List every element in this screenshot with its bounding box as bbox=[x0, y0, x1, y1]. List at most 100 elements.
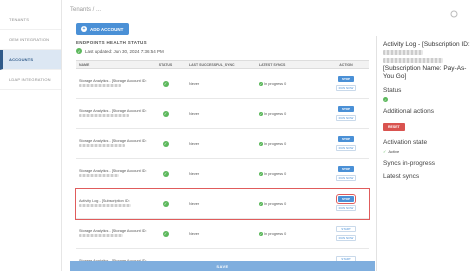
accounts-table: NAME STATUS LAST SUCCESSFUL_SYNC LATEST … bbox=[75, 60, 370, 271]
row-name-text: Storage Analytics - [Storage Account ID: bbox=[79, 168, 147, 173]
stop-button[interactable]: STOP bbox=[338, 166, 354, 172]
breadcrumb: Tenants / ... bbox=[70, 7, 102, 13]
stop-button[interactable]: STOP bbox=[338, 136, 354, 142]
row-status: ✓ bbox=[148, 170, 183, 177]
row-last-sync: Never bbox=[189, 201, 200, 206]
redacted-text bbox=[79, 84, 121, 87]
row-latest-text: In progress 0 bbox=[264, 141, 287, 146]
redacted-text bbox=[383, 49, 423, 55]
row-latest: ✓ In progress 0 bbox=[253, 81, 323, 86]
sidebar: TENANTS OEM INTEGRATION ACCOUNTS LDAP IN… bbox=[0, 0, 62, 271]
header-name[interactable]: NAME bbox=[76, 63, 148, 67]
header-status: STATUS bbox=[158, 62, 173, 67]
reset-button[interactable]: RESET bbox=[383, 123, 405, 131]
row-name-text: Storage Analytics - [Storage Account ID: bbox=[79, 108, 147, 113]
sidebar-item-oem-integration[interactable]: OEM INTEGRATION bbox=[0, 30, 61, 50]
row-latest-text: In progress 0 bbox=[264, 231, 287, 236]
run-now-button[interactable]: RUN NOW bbox=[336, 115, 356, 121]
table-row[interactable]: Storage Analytics - [Storage Account ID:… bbox=[76, 219, 369, 249]
row-latest: ✓ In progress 0 bbox=[253, 111, 323, 116]
row-latest: ✓ In progress 0 bbox=[253, 201, 323, 206]
row-last-sync: Never bbox=[189, 81, 200, 86]
table-row[interactable]: Storage Analytics - [Storage Account ID:… bbox=[76, 69, 369, 99]
latest-syncs-label: Latest syncs bbox=[383, 173, 420, 180]
row-status: ✓ bbox=[148, 230, 183, 237]
redacted-text bbox=[79, 234, 123, 237]
table-row[interactable]: Storage Analytics - [Storage Account ID:… bbox=[76, 129, 369, 159]
activation-state-value: ✓ Active bbox=[383, 149, 474, 154]
check-icon: ✓ bbox=[259, 81, 263, 86]
table-row[interactable]: Storage Analytics - [Storage Account ID:… bbox=[76, 99, 369, 129]
table-row-selected[interactable]: Activity Log - [Subscription ID: ✓ Never… bbox=[75, 188, 370, 220]
run-now-button[interactable]: RUN NOW bbox=[336, 145, 356, 151]
row-name-text: Storage Analytics - [Storage Account ID: bbox=[79, 138, 147, 143]
settings-icon[interactable] bbox=[436, 4, 474, 24]
row-name: Storage Analytics - [Storage Account ID: bbox=[76, 229, 148, 239]
stop-button[interactable]: STOP bbox=[338, 76, 354, 82]
row-actions: STOP RUN NOW bbox=[323, 194, 369, 211]
row-latest-text: In progress 0 bbox=[264, 201, 287, 206]
redacted-text bbox=[79, 144, 125, 147]
row-last-sync: Never bbox=[189, 231, 200, 236]
run-now-button[interactable]: RUN NOW bbox=[336, 175, 356, 181]
add-account-button[interactable]: + ADD ACCOUNT bbox=[76, 23, 129, 35]
stop-button[interactable]: STOP bbox=[336, 194, 356, 204]
status-label: Status bbox=[383, 87, 402, 94]
row-name: Storage Analytics - [Storage Account ID: bbox=[76, 79, 148, 89]
check-icon: ✓ bbox=[162, 140, 169, 147]
panel-title-text: Activity Log - [Subscription ID: bbox=[383, 41, 470, 48]
row-name-text: Activity Log - [Subscription ID: bbox=[79, 198, 130, 203]
plus-icon: + bbox=[81, 26, 87, 32]
row-name: Activity Log - [Subscription ID: bbox=[76, 199, 148, 209]
syncs-in-progress-label: Syncs in-progress bbox=[383, 160, 436, 167]
row-actions: STOP RUN NOW bbox=[323, 106, 369, 121]
health-status-title: ENDPOINTS HEALTH STATUS bbox=[76, 40, 147, 45]
row-last-sync: Never bbox=[189, 111, 200, 116]
header-action: ACTION bbox=[339, 62, 353, 67]
row-actions: STOP RUN NOW bbox=[323, 136, 369, 151]
stop-button[interactable]: STOP bbox=[338, 106, 354, 112]
run-now-button[interactable]: RUN NOW bbox=[336, 205, 356, 211]
active-value-text: Active bbox=[388, 149, 400, 154]
row-latest-text: In progress 0 bbox=[264, 171, 287, 176]
check-icon: ✓ bbox=[259, 171, 263, 176]
redacted-text bbox=[79, 114, 129, 117]
check-icon: ✓ bbox=[162, 230, 169, 237]
sidebar-item-ldap-integration[interactable]: LDAP INTEGRATION bbox=[0, 70, 61, 90]
check-icon: ✓ bbox=[162, 200, 169, 207]
row-name: Storage Analytics - [Storage Account ID: bbox=[76, 109, 148, 119]
row-actions: STOP RUN NOW bbox=[323, 166, 369, 181]
run-now-button[interactable]: RUN NOW bbox=[336, 85, 356, 91]
save-button[interactable]: SAVE bbox=[70, 261, 375, 271]
row-latest: ✓ In progress 0 bbox=[253, 171, 323, 176]
check-icon: ✓ bbox=[162, 110, 169, 117]
run-now-button[interactable]: RUN NOW bbox=[336, 235, 356, 241]
redacted-text bbox=[79, 174, 119, 177]
row-latest-text: In progress 0 bbox=[264, 111, 287, 116]
additional-actions-label: Additional actions bbox=[383, 108, 434, 115]
panel-title-tail: [Subscription Name: Pay-As-You Go] bbox=[383, 65, 467, 80]
table-row[interactable]: Storage Analytics - [Storage Account ID:… bbox=[76, 159, 369, 189]
row-actions: STOP RUN NOW bbox=[323, 76, 369, 91]
sidebar-item-tenants[interactable]: TENANTS bbox=[0, 10, 61, 30]
row-name-text: Storage Analytics - [Storage Account ID: bbox=[79, 228, 147, 233]
last-updated: Last updated: Jun 30, 2024 7:36:54 PM bbox=[85, 48, 164, 54]
start-button[interactable]: START bbox=[336, 226, 356, 232]
header-last-sync: LAST SUCCESSFUL_SYNC bbox=[189, 62, 235, 67]
row-status: ✓ bbox=[148, 80, 183, 87]
row-actions: START RUN NOW bbox=[323, 226, 369, 241]
add-account-label: ADD ACCOUNT bbox=[90, 26, 124, 32]
check-icon: ✓ bbox=[162, 80, 169, 87]
redacted-text bbox=[79, 204, 131, 207]
check-icon: ✓ bbox=[259, 111, 263, 116]
check-icon: ✓ bbox=[259, 141, 263, 146]
check-icon: ✓ bbox=[259, 201, 263, 206]
settings-area bbox=[436, 4, 474, 24]
row-last-sync: Never bbox=[189, 141, 200, 146]
row-status: ✓ bbox=[148, 110, 183, 117]
health-status-line: ✓ Last updated: Jun 30, 2024 7:36:54 PM bbox=[76, 48, 164, 54]
row-latest: ✓ In progress 0 bbox=[253, 231, 323, 236]
sidebar-item-accounts[interactable]: ACCOUNTS bbox=[0, 50, 61, 70]
row-status: ✓ bbox=[148, 200, 183, 207]
